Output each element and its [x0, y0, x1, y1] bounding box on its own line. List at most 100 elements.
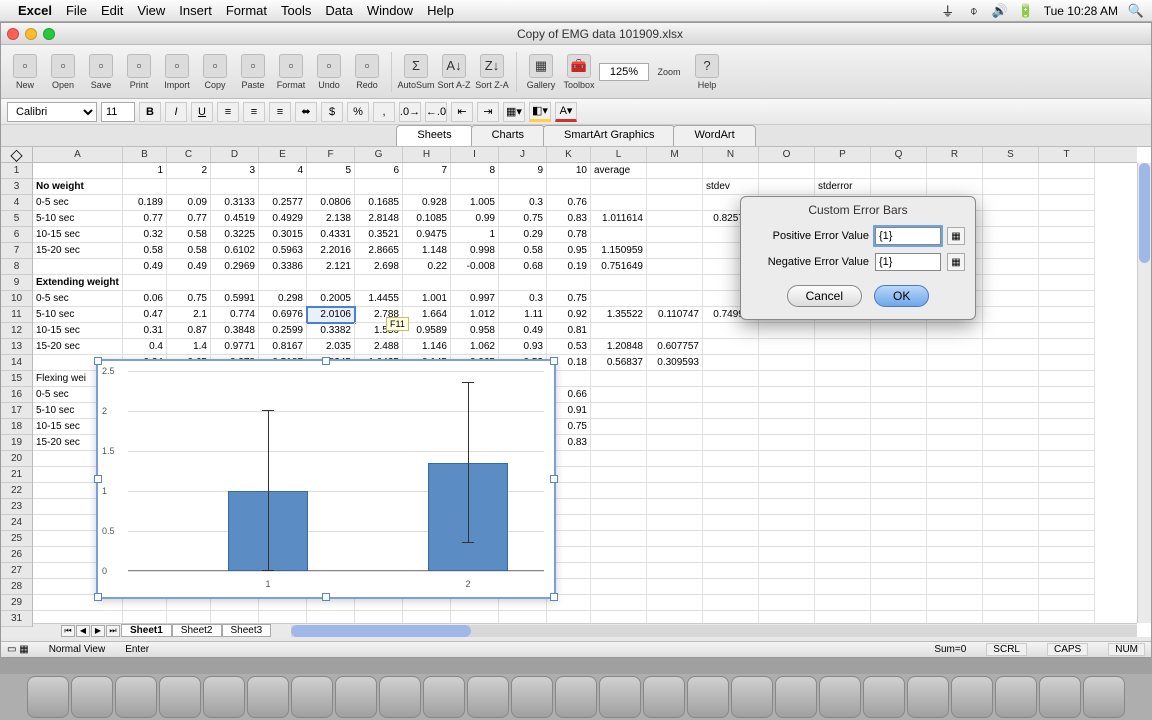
percent-button[interactable]: %	[347, 102, 369, 122]
cell[interactable]	[547, 275, 591, 291]
cell[interactable]	[815, 163, 871, 179]
cell[interactable]	[871, 387, 927, 403]
cell[interactable]: 6	[355, 163, 403, 179]
cell[interactable]	[647, 515, 703, 531]
cell[interactable]: 0.06	[123, 291, 167, 307]
cell[interactable]: 1.4455	[355, 291, 403, 307]
cell[interactable]	[703, 371, 759, 387]
cell[interactable]	[499, 275, 547, 291]
cell[interactable]	[815, 595, 871, 611]
cell[interactable]	[167, 275, 211, 291]
cell[interactable]	[647, 435, 703, 451]
cell[interactable]	[759, 483, 815, 499]
cell[interactable]	[871, 355, 927, 371]
font-size-input[interactable]	[101, 102, 135, 122]
cell[interactable]	[1039, 163, 1095, 179]
cell[interactable]: 2.138	[307, 211, 355, 227]
cell[interactable]	[927, 435, 983, 451]
cell[interactable]	[815, 339, 871, 355]
menu-view[interactable]: View	[137, 3, 165, 18]
cell[interactable]	[591, 531, 647, 547]
cell[interactable]	[1039, 531, 1095, 547]
paste-button[interactable]: ▫Paste	[235, 54, 271, 90]
column-headers[interactable]: ABCDEFGHIJKLMNOPQRST	[33, 147, 1137, 163]
cell[interactable]: Extending weight	[33, 275, 123, 291]
cell[interactable]	[591, 515, 647, 531]
row-header[interactable]: 13	[1, 339, 32, 355]
row-header[interactable]: 7	[1, 243, 32, 259]
cell[interactable]	[591, 403, 647, 419]
cell[interactable]: 0.49	[167, 259, 211, 275]
row-header[interactable]: 31	[1, 611, 32, 627]
cell[interactable]	[983, 307, 1039, 323]
menu-window[interactable]: Window	[367, 3, 413, 18]
redo-button[interactable]: ▫Redo	[349, 54, 385, 90]
cell[interactable]	[703, 419, 759, 435]
cell[interactable]	[815, 515, 871, 531]
cell[interactable]	[647, 259, 703, 275]
cell[interactable]	[1039, 355, 1095, 371]
cell[interactable]: 0.928	[403, 195, 451, 211]
cell[interactable]	[871, 419, 927, 435]
dock-app-icon[interactable]	[379, 676, 421, 718]
dock-app-icon[interactable]	[159, 676, 201, 718]
cell[interactable]: 1.11	[499, 307, 547, 323]
cell[interactable]	[591, 419, 647, 435]
cell[interactable]	[703, 579, 759, 595]
zoom-input[interactable]	[599, 63, 649, 81]
cell[interactable]: 15-20 sec	[33, 339, 123, 355]
cell[interactable]	[591, 595, 647, 611]
row-header[interactable]: 28	[1, 579, 32, 595]
row-header[interactable]: 17	[1, 403, 32, 419]
horizontal-scrollbar[interactable]: ⏮ ◀ ▶ ⏭ Sheet1 Sheet2 Sheet3	[1, 623, 1137, 637]
cell[interactable]: 0.53	[547, 339, 591, 355]
bold-button[interactable]: B	[139, 102, 161, 122]
row-header[interactable]: 14	[1, 355, 32, 371]
cell[interactable]	[815, 579, 871, 595]
cell[interactable]: 0.998	[451, 243, 499, 259]
cell[interactable]: 0.2599	[259, 323, 307, 339]
cell[interactable]	[927, 467, 983, 483]
cell[interactable]	[1039, 419, 1095, 435]
cell[interactable]: 0.75	[167, 291, 211, 307]
col-header[interactable]: A	[33, 147, 123, 162]
toolbox-button[interactable]: 🧰Toolbox	[561, 54, 597, 90]
col-header[interactable]: I	[451, 147, 499, 162]
cell[interactable]	[759, 323, 815, 339]
cell[interactable]	[983, 531, 1039, 547]
cell[interactable]	[647, 243, 703, 259]
cell[interactable]	[759, 371, 815, 387]
tab-wordart[interactable]: WordArt	[673, 125, 755, 146]
col-header[interactable]: H	[403, 147, 451, 162]
cell[interactable]: 0.774	[211, 307, 259, 323]
cell[interactable]	[983, 259, 1039, 275]
cell[interactable]	[759, 435, 815, 451]
cell[interactable]: 0.2969	[211, 259, 259, 275]
cell[interactable]	[871, 403, 927, 419]
row-header[interactable]: 29	[1, 595, 32, 611]
cell[interactable]	[167, 179, 211, 195]
cell[interactable]: 0.4519	[211, 211, 259, 227]
cell[interactable]: 4	[259, 163, 307, 179]
cell[interactable]: 0.8167	[259, 339, 307, 355]
cell[interactable]: 0.68	[499, 259, 547, 275]
cell[interactable]	[591, 387, 647, 403]
cell[interactable]: 2.698	[355, 259, 403, 275]
cell[interactable]	[983, 339, 1039, 355]
col-header[interactable]: R	[927, 147, 983, 162]
cell[interactable]	[355, 179, 403, 195]
negative-range-picker-icon[interactable]: ▦	[947, 253, 965, 271]
cell[interactable]	[983, 435, 1039, 451]
menu-edit[interactable]: Edit	[101, 3, 123, 18]
cell[interactable]	[1039, 371, 1095, 387]
cell[interactable]	[647, 547, 703, 563]
cell[interactable]	[871, 451, 927, 467]
cell[interactable]	[815, 499, 871, 515]
cell[interactable]	[647, 467, 703, 483]
positive-error-input[interactable]	[875, 227, 941, 245]
cell[interactable]: 0.0806	[307, 195, 355, 211]
inc-decimal-button[interactable]: .0→	[399, 102, 421, 122]
cell[interactable]	[759, 531, 815, 547]
cell[interactable]: 0.58	[499, 243, 547, 259]
cell[interactable]: 0.19	[547, 259, 591, 275]
